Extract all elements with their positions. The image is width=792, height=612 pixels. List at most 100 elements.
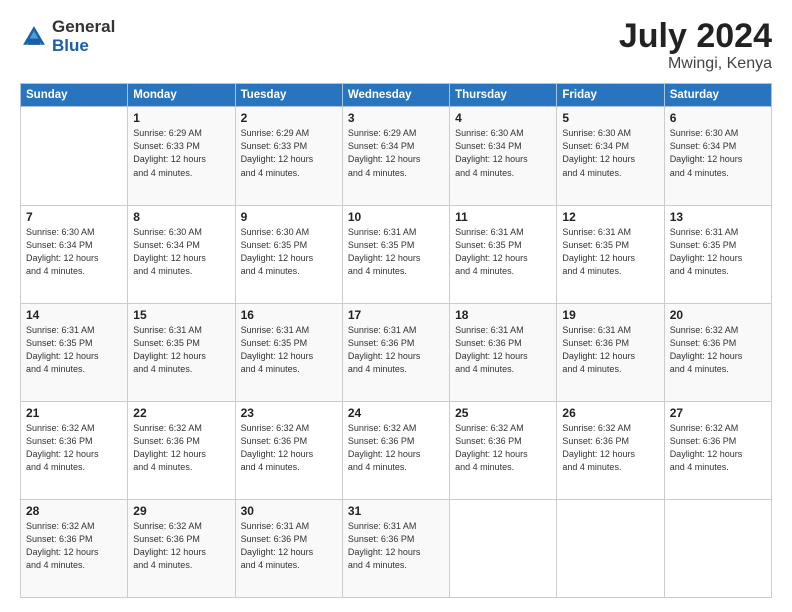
cell-info: Sunrise: 6:32 AMSunset: 6:36 PMDaylight:… [670, 324, 766, 376]
cell-day-number: 14 [26, 308, 122, 322]
cell-day-number: 26 [562, 406, 658, 420]
calendar-cell: 26 Sunrise: 6:32 AMSunset: 6:36 PMDayligh… [557, 401, 664, 499]
calendar-cell: 15 Sunrise: 6:31 AMSunset: 6:35 PMDayligh… [128, 303, 235, 401]
page: General Blue July 2024 Mwingi, Kenya Sun… [0, 0, 792, 612]
calendar-cell: 18 Sunrise: 6:31 AMSunset: 6:36 PMDayligh… [450, 303, 557, 401]
calendar-week-3: 21 Sunrise: 6:32 AMSunset: 6:36 PMDayligh… [21, 401, 772, 499]
cell-info: Sunrise: 6:32 AMSunset: 6:36 PMDaylight:… [455, 422, 551, 474]
cell-day-number: 23 [241, 406, 337, 420]
calendar-header-saturday: Saturday [664, 84, 771, 107]
calendar-header-tuesday: Tuesday [235, 84, 342, 107]
cell-day-number: 13 [670, 210, 766, 224]
calendar-header-wednesday: Wednesday [342, 84, 449, 107]
cell-day-number: 30 [241, 504, 337, 518]
cell-day-number: 7 [26, 210, 122, 224]
cell-day-number: 25 [455, 406, 551, 420]
cell-info: Sunrise: 6:30 AMSunset: 6:34 PMDaylight:… [562, 127, 658, 179]
title-area: July 2024 Mwingi, Kenya [619, 18, 772, 73]
calendar-cell: 21 Sunrise: 6:32 AMSunset: 6:36 PMDayligh… [21, 401, 128, 499]
cell-info: Sunrise: 6:30 AMSunset: 6:35 PMDaylight:… [241, 226, 337, 278]
cell-info: Sunrise: 6:31 AMSunset: 6:35 PMDaylight:… [562, 226, 658, 278]
calendar-cell: 12 Sunrise: 6:31 AMSunset: 6:35 PMDayligh… [557, 205, 664, 303]
calendar-week-1: 7 Sunrise: 6:30 AMSunset: 6:34 PMDaylight… [21, 205, 772, 303]
cell-info: Sunrise: 6:31 AMSunset: 6:35 PMDaylight:… [670, 226, 766, 278]
header: General Blue July 2024 Mwingi, Kenya [20, 18, 772, 73]
cell-day-number: 12 [562, 210, 658, 224]
cell-info: Sunrise: 6:31 AMSunset: 6:35 PMDaylight:… [455, 226, 551, 278]
cell-day-number: 16 [241, 308, 337, 322]
logo-blue: Blue [52, 37, 115, 56]
cell-day-number: 31 [348, 504, 444, 518]
cell-info: Sunrise: 6:32 AMSunset: 6:36 PMDaylight:… [670, 422, 766, 474]
calendar-cell: 4 Sunrise: 6:30 AMSunset: 6:34 PMDaylight… [450, 107, 557, 205]
logo: General Blue [20, 18, 115, 55]
calendar-cell: 3 Sunrise: 6:29 AMSunset: 6:34 PMDaylight… [342, 107, 449, 205]
cell-info: Sunrise: 6:32 AMSunset: 6:36 PMDaylight:… [348, 422, 444, 474]
calendar-cell [664, 499, 771, 597]
cell-info: Sunrise: 6:30 AMSunset: 6:34 PMDaylight:… [133, 226, 229, 278]
calendar-cell: 30Sunrise: 6:31 AMSunset: 6:36 PMDayligh… [235, 499, 342, 597]
cell-info: Sunrise: 6:31 AMSunset: 6:36 PMDaylight:… [348, 520, 444, 572]
calendar-cell: 23 Sunrise: 6:32 AMSunset: 6:36 PMDayligh… [235, 401, 342, 499]
calendar-week-2: 14 Sunrise: 6:31 AMSunset: 6:35 PMDayligh… [21, 303, 772, 401]
calendar-header-row: SundayMondayTuesdayWednesdayThursdayFrid… [21, 84, 772, 107]
calendar-table: SundayMondayTuesdayWednesdayThursdayFrid… [20, 83, 772, 598]
cell-day-number: 11 [455, 210, 551, 224]
cell-info: Sunrise: 6:32 AMSunset: 6:36 PMDaylight:… [26, 422, 122, 474]
cell-day-number: 2 [241, 111, 337, 125]
calendar-cell: 7Sunrise: 6:30 AMSunset: 6:34 PMDaylight… [21, 205, 128, 303]
cell-day-number: 5 [562, 111, 658, 125]
cell-info: Sunrise: 6:31 AMSunset: 6:36 PMDaylight:… [348, 324, 444, 376]
calendar-cell: 28 Sunrise: 6:32 AMSunset: 6:36 PMDayligh… [21, 499, 128, 597]
calendar-header-monday: Monday [128, 84, 235, 107]
calendar-cell: 27Sunrise: 6:32 AMSunset: 6:36 PMDayligh… [664, 401, 771, 499]
cell-info: Sunrise: 6:31 AMSunset: 6:36 PMDaylight:… [455, 324, 551, 376]
calendar-cell: 20 Sunrise: 6:32 AMSunset: 6:36 PMDayligh… [664, 303, 771, 401]
cell-day-number: 15 [133, 308, 229, 322]
calendar-cell: 9 Sunrise: 6:30 AMSunset: 6:35 PMDaylight… [235, 205, 342, 303]
cell-info: Sunrise: 6:30 AMSunset: 6:34 PMDaylight:… [670, 127, 766, 179]
calendar-cell: 5 Sunrise: 6:30 AMSunset: 6:34 PMDaylight… [557, 107, 664, 205]
cell-day-number: 24 [348, 406, 444, 420]
cell-day-number: 19 [562, 308, 658, 322]
logo-general: General [52, 18, 115, 37]
cell-info: Sunrise: 6:29 AMSunset: 6:34 PMDaylight:… [348, 127, 444, 179]
calendar-cell: 6 Sunrise: 6:30 AMSunset: 6:34 PMDaylight… [664, 107, 771, 205]
cell-info: Sunrise: 6:29 AMSunset: 6:33 PMDaylight:… [241, 127, 337, 179]
calendar-cell: 17 Sunrise: 6:31 AMSunset: 6:36 PMDayligh… [342, 303, 449, 401]
calendar-cell: 29Sunrise: 6:32 AMSunset: 6:36 PMDayligh… [128, 499, 235, 597]
calendar-header-friday: Friday [557, 84, 664, 107]
cell-day-number: 17 [348, 308, 444, 322]
cell-day-number: 18 [455, 308, 551, 322]
calendar-cell: 22Sunrise: 6:32 AMSunset: 6:36 PMDayligh… [128, 401, 235, 499]
cell-day-number: 8 [133, 210, 229, 224]
calendar-header-thursday: Thursday [450, 84, 557, 107]
cell-info: Sunrise: 6:31 AMSunset: 6:35 PMDaylight:… [133, 324, 229, 376]
cell-info: Sunrise: 6:31 AMSunset: 6:36 PMDaylight:… [562, 324, 658, 376]
cell-info: Sunrise: 6:31 AMSunset: 6:35 PMDaylight:… [26, 324, 122, 376]
cell-day-number: 21 [26, 406, 122, 420]
cell-info: Sunrise: 6:29 AMSunset: 6:33 PMDaylight:… [133, 127, 229, 179]
calendar-cell: 1 Sunrise: 6:29 AMSunset: 6:33 PMDaylight… [128, 107, 235, 205]
cell-day-number: 20 [670, 308, 766, 322]
cell-info: Sunrise: 6:32 AMSunset: 6:36 PMDaylight:… [26, 520, 122, 572]
cell-day-number: 1 [133, 111, 229, 125]
cell-day-number: 22 [133, 406, 229, 420]
calendar-cell: 2 Sunrise: 6:29 AMSunset: 6:33 PMDaylight… [235, 107, 342, 205]
cell-info: Sunrise: 6:32 AMSunset: 6:36 PMDaylight:… [241, 422, 337, 474]
calendar-cell: 10Sunrise: 6:31 AMSunset: 6:35 PMDayligh… [342, 205, 449, 303]
cell-info: Sunrise: 6:32 AMSunset: 6:36 PMDaylight:… [133, 520, 229, 572]
calendar-cell: 31 Sunrise: 6:31 AMSunset: 6:36 PMDayligh… [342, 499, 449, 597]
calendar-cell [450, 499, 557, 597]
cell-info: Sunrise: 6:30 AMSunset: 6:34 PMDaylight:… [455, 127, 551, 179]
cell-info: Sunrise: 6:32 AMSunset: 6:36 PMDaylight:… [562, 422, 658, 474]
cell-day-number: 28 [26, 504, 122, 518]
cell-info: Sunrise: 6:31 AMSunset: 6:35 PMDaylight:… [348, 226, 444, 278]
calendar-cell: 25 Sunrise: 6:32 AMSunset: 6:36 PMDayligh… [450, 401, 557, 499]
cell-info: Sunrise: 6:31 AMSunset: 6:35 PMDaylight:… [241, 324, 337, 376]
title-location: Mwingi, Kenya [619, 55, 772, 73]
cell-day-number: 4 [455, 111, 551, 125]
cell-day-number: 6 [670, 111, 766, 125]
cell-day-number: 3 [348, 111, 444, 125]
cell-day-number: 9 [241, 210, 337, 224]
